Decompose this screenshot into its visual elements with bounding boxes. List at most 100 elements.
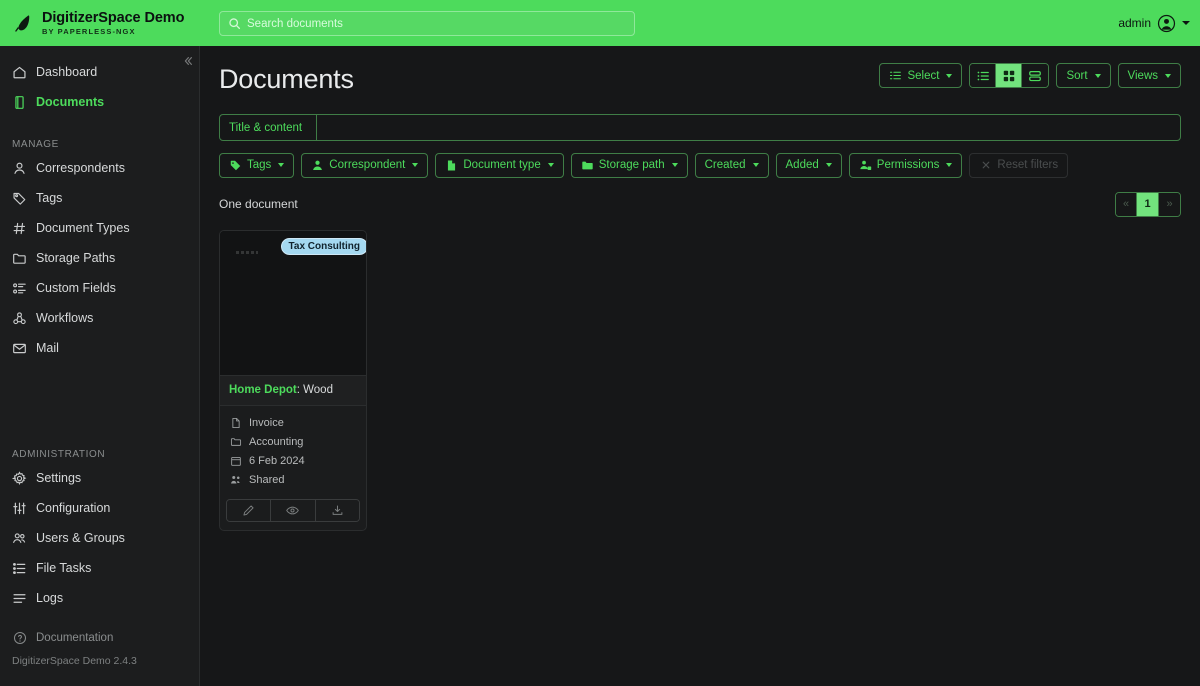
sidebar-item-mail[interactable]: Mail: [0, 333, 199, 363]
sidebar-documentation-label: Documentation: [36, 632, 114, 644]
folder-icon: [12, 251, 27, 266]
select-button-label: Select: [907, 69, 940, 82]
document-permissions-value: Shared: [249, 473, 285, 486]
filter-label: Created: [704, 159, 746, 171]
sidebar-item-settings[interactable]: Settings: [0, 463, 199, 493]
grid-view-button[interactable]: [996, 64, 1023, 87]
sidebar-item-correspondents[interactable]: Correspondents: [0, 153, 199, 183]
reset-filters-button[interactable]: Reset filters: [969, 152, 1069, 178]
top-bar: DigitizerSpace Demo BY PAPERLESS-NGX adm…: [0, 0, 1200, 46]
grid-icon: [1002, 69, 1016, 83]
chevron-down-icon: [1182, 21, 1190, 25]
document-storage-path-value: Accounting: [249, 435, 304, 448]
lines-icon: [12, 591, 27, 606]
brand[interactable]: DigitizerSpace Demo BY PAPERLESS-NGX: [0, 0, 200, 46]
main-content: Documents Select Sort Views Title & cont…: [200, 46, 1200, 686]
sidebar-item-label: Logs: [36, 591, 64, 605]
sidebar-item-document-types[interactable]: Document Types: [0, 213, 199, 243]
document-thumbnail[interactable]: Tax Consulting: [220, 231, 366, 376]
search-container: [219, 11, 635, 36]
pagination: « 1 »: [1115, 191, 1181, 217]
user-menu[interactable]: admin: [1118, 0, 1190, 46]
views-button[interactable]: Views: [1117, 63, 1181, 88]
document-title: Home Depot: Wood: [220, 376, 366, 406]
document-correspondent: Home Depot: [229, 384, 297, 396]
sidebar-item-users-groups[interactable]: Users & Groups: [0, 523, 199, 553]
app-version: DigitizerSpace Demo 2.4.3: [12, 655, 137, 667]
filter-permissions-button[interactable]: Permissions: [848, 152, 963, 178]
sidebar-item-documents[interactable]: Documents: [0, 87, 199, 117]
list-view-button[interactable]: [970, 64, 997, 87]
sidebar-item-custom-fields[interactable]: Custom Fields: [0, 273, 199, 303]
chevron-down-icon: [752, 163, 759, 167]
filter-storage-path-button[interactable]: Storage path: [570, 152, 688, 178]
filter-label: Correspondent: [329, 159, 406, 171]
edit-button[interactable]: [227, 500, 272, 521]
filter-correspondent-button[interactable]: Correspondent: [301, 152, 429, 178]
sidebar-item-workflows[interactable]: Workflows: [0, 303, 199, 333]
details-view-button[interactable]: [1022, 64, 1049, 87]
sidebar-item-label: Tags: [36, 191, 63, 205]
sidebar-section-administration: ADMINISTRATION: [12, 449, 106, 460]
document-actions: [226, 499, 360, 522]
sidebar-item-configuration[interactable]: Configuration: [0, 493, 199, 523]
sort-button[interactable]: Sort: [1056, 63, 1111, 88]
sidebar-collapse-button[interactable]: [177, 50, 199, 72]
sidebar-item-label: Correspondents: [36, 161, 125, 175]
document-title-text: Wood: [303, 384, 333, 396]
user-circle-icon: [1157, 14, 1176, 33]
pencil-icon: [242, 504, 255, 517]
document-type-value: Invoice: [249, 416, 284, 429]
document-type-row: Invoice: [222, 413, 364, 432]
document-card[interactable]: Tax Consulting Home Depot: Wood Invoice: [219, 230, 367, 531]
document-grid: Tax Consulting Home Depot: Wood Invoice: [219, 230, 1181, 531]
list-icon: [976, 69, 990, 83]
question-circle-icon: [12, 631, 27, 646]
results-count: One document: [219, 197, 298, 211]
pagination-prev[interactable]: «: [1116, 192, 1137, 216]
sidebar-item-file-tasks[interactable]: File Tasks: [0, 553, 199, 583]
chevron-down-icon: [825, 163, 832, 167]
results-bar: One document « 1 »: [219, 191, 1181, 217]
chevron-down-icon: [1094, 73, 1101, 78]
document-tag[interactable]: Tax Consulting: [280, 238, 366, 255]
search-icon: [228, 17, 241, 30]
sidebar-item-label: Storage Paths: [36, 251, 116, 265]
person-icon: [311, 159, 324, 172]
feather-icon: [10, 11, 34, 35]
sidebar-item-storage-paths[interactable]: Storage Paths: [0, 243, 199, 273]
select-button[interactable]: Select: [879, 63, 963, 88]
page-title: Documents: [219, 64, 354, 94]
sliders-icon: [12, 501, 27, 516]
filter-document-type-button[interactable]: Document type: [435, 152, 564, 178]
search-box[interactable]: [219, 11, 635, 36]
filter-chip-row: Tags Correspondent Document type Storage…: [219, 152, 1181, 178]
brand-title: DigitizerSpace Demo: [42, 10, 185, 26]
chevron-down-icon: [547, 163, 554, 167]
filter-label: Document type: [463, 159, 541, 171]
sidebar-item-dashboard[interactable]: Dashboard: [0, 57, 199, 87]
search-input[interactable]: [247, 17, 626, 30]
pagination-page-1[interactable]: 1: [1137, 192, 1159, 216]
download-icon: [331, 504, 344, 517]
sidebar-item-tags[interactable]: Tags: [0, 183, 199, 213]
chevron-down-icon: [1165, 73, 1171, 78]
folder-icon: [229, 435, 242, 448]
sidebar-item-documentation[interactable]: Documentation: [0, 625, 199, 651]
filter-tags-button[interactable]: Tags: [219, 152, 295, 178]
download-button[interactable]: [315, 500, 359, 521]
preview-button[interactable]: [271, 500, 316, 521]
sidebar-item-label: Dashboard: [36, 65, 98, 79]
filter-mode-dropdown[interactable]: Title & content: [220, 115, 318, 140]
pagination-next[interactable]: »: [1159, 192, 1180, 216]
chevron-down-icon: [278, 163, 285, 167]
filter-added-button[interactable]: Added: [775, 152, 842, 178]
sidebar-item-logs[interactable]: Logs: [0, 583, 199, 613]
sidebar-section-manage: MANAGE: [12, 139, 59, 150]
filter-text-input[interactable]: [317, 115, 1180, 140]
views-button-label: Views: [1127, 69, 1158, 82]
filter-created-button[interactable]: Created: [694, 152, 769, 178]
tag-icon: [12, 191, 27, 206]
brand-subtitle: BY PAPERLESS-NGX: [42, 26, 136, 36]
file-icon: [229, 416, 242, 429]
